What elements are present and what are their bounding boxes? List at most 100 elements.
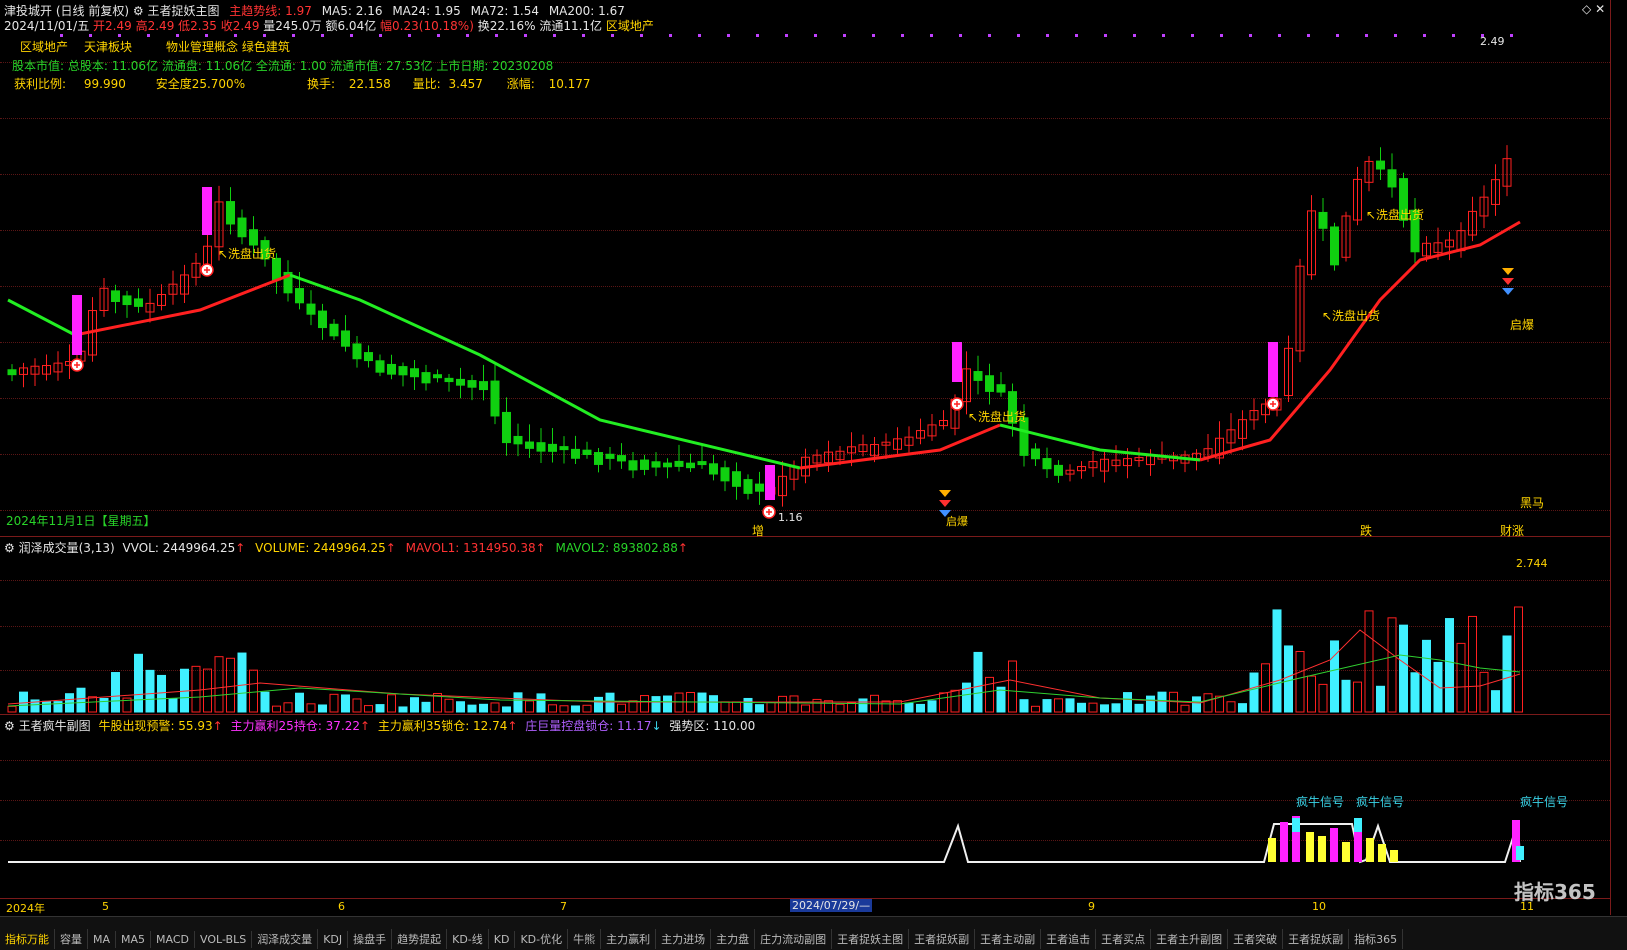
volume-bar <box>1376 685 1385 713</box>
concept-tag-1[interactable]: 区域地产 <box>20 38 68 55</box>
candle-body <box>640 459 649 470</box>
tab-3[interactable]: MA5 <box>116 931 152 948</box>
candle-body <box>663 462 672 468</box>
tab-17[interactable]: 庄力流动副图 <box>755 929 833 949</box>
signal-dot <box>1133 34 1136 37</box>
volume-bar <box>214 656 224 713</box>
candle-body <box>1318 211 1328 229</box>
quote-high: 高2.49 <box>135 19 175 33</box>
indicator-name[interactable]: 王者捉妖主图 <box>147 4 219 18</box>
volume-bar <box>513 692 523 713</box>
volume-bar <box>1019 699 1029 713</box>
ma72-value: MA72: 1.54 <box>470 4 539 18</box>
concept-tag-3[interactable]: 物业管理概念 绿色建筑 <box>166 38 290 55</box>
collapse-icon[interactable]: ◇ <box>1582 2 1591 16</box>
tab-21[interactable]: 王者追击 <box>1041 929 1097 949</box>
tab-12[interactable]: KD-优化 <box>515 929 569 949</box>
tab-7[interactable]: KDJ <box>318 931 349 948</box>
volume-bar <box>1456 642 1466 713</box>
tab-22[interactable]: 王者买点 <box>1096 929 1152 949</box>
gear-icon[interactable]: ⚙ <box>4 541 15 555</box>
signal-bar-cyan <box>1292 818 1300 832</box>
tab-23[interactable]: 王者主升副图 <box>1151 929 1229 949</box>
signal-dot <box>611 34 614 37</box>
candle-body <box>1042 458 1052 470</box>
sub-title[interactable]: 王者疯牛副图 <box>19 719 91 733</box>
volume-bar <box>709 695 718 713</box>
tab-6[interactable]: 润泽成交量 <box>252 929 319 949</box>
signal-dot <box>1510 34 1513 37</box>
tab-2[interactable]: MA <box>88 931 117 948</box>
volume-bar <box>341 694 350 713</box>
signal-dot <box>147 34 150 37</box>
time-axis: 2024年 5 6 7 2024/07/29/— 9 10 11 <box>0 898 1610 915</box>
signal-dot <box>959 34 962 37</box>
concept-tag-2[interactable]: 天津板块 <box>84 38 132 55</box>
volume-bar <box>1261 663 1270 713</box>
tab-14[interactable]: 主力赢利 <box>601 929 657 949</box>
tab-4[interactable]: MACD <box>151 931 196 948</box>
candle-body <box>1330 226 1339 266</box>
volume-bar <box>973 651 983 713</box>
sub-bar <box>1306 832 1314 862</box>
volume-bar <box>720 701 730 713</box>
trend-line-segment <box>1199 220 1521 462</box>
tab-11[interactable]: KD <box>489 931 516 948</box>
tab-26[interactable]: 指标365 <box>1349 929 1404 949</box>
period-label[interactable]: (日线 前复权) <box>56 4 129 18</box>
signal-dot <box>176 34 179 37</box>
gear-icon[interactable]: ⚙ <box>133 4 144 18</box>
tab-24[interactable]: 王者突破 <box>1228 929 1284 949</box>
tab-8[interactable]: 操盘手 <box>348 929 393 949</box>
tab-1[interactable]: 容量 <box>55 929 88 949</box>
tab-18[interactable]: 王者捉妖主图 <box>832 929 910 949</box>
quote-close: 收2.49 <box>220 19 260 33</box>
tab-10[interactable]: KD-线 <box>447 929 489 949</box>
tab-15[interactable]: 主力进场 <box>656 929 712 949</box>
candle-body <box>720 467 730 482</box>
volume-bar <box>939 692 948 713</box>
candle-body <box>295 288 304 304</box>
stock-name[interactable]: 津投城开 <box>4 4 52 18</box>
tab-0[interactable]: 指标万能 <box>0 929 55 949</box>
candle-body <box>479 381 488 391</box>
volume-bar <box>582 704 592 713</box>
volume-bar <box>145 669 155 713</box>
gear-icon[interactable]: ⚙ <box>4 719 15 733</box>
volume-bar <box>352 698 362 713</box>
volume-bar <box>996 686 1006 713</box>
volume-title[interactable]: 润泽成交量(3,13) <box>19 541 115 555</box>
tab-9[interactable]: 趋势提起 <box>392 929 448 949</box>
signal-bar <box>202 187 212 235</box>
tab-16[interactable]: 主力盘 <box>711 929 756 949</box>
volume-bar <box>663 695 672 713</box>
lockbig-value: 庄巨量控盘锁仓: 11.17 <box>525 719 652 733</box>
volume-bar <box>1330 640 1339 713</box>
volume-bar <box>1238 703 1247 713</box>
kline-chart[interactable] <box>0 0 1610 915</box>
tab-25[interactable]: 王者捉妖副 <box>1283 929 1350 949</box>
tab-13[interactable]: 牛熊 <box>568 929 602 949</box>
volume-bar <box>76 687 86 713</box>
signal-dot <box>350 34 353 37</box>
volume-bar <box>962 682 971 713</box>
candle-body <box>111 290 120 302</box>
diamond-icon <box>939 490 951 497</box>
volume-max-label: 2.744 <box>1516 557 1548 570</box>
close-icon[interactable]: ✕ <box>1595 2 1605 16</box>
volume-bar <box>1203 693 1213 713</box>
profit-ratio: 99.990 <box>83 77 126 91</box>
signal-bar <box>72 295 82 355</box>
candle-body <box>525 441 534 449</box>
volume-bar <box>1111 703 1121 713</box>
tab-20[interactable]: 王者主动副 <box>975 929 1042 949</box>
volume-bar <box>881 700 891 713</box>
quote-turnover: 换22.16% <box>477 19 536 33</box>
volume-bar <box>111 672 120 713</box>
trend-line-segment <box>289 273 801 470</box>
volume-bar <box>1180 704 1190 713</box>
sub-bar <box>1378 844 1386 862</box>
tab-19[interactable]: 王者捉妖副 <box>909 929 976 949</box>
tab-5[interactable]: VOL-BLS <box>195 931 253 948</box>
volume-bar <box>306 703 316 713</box>
